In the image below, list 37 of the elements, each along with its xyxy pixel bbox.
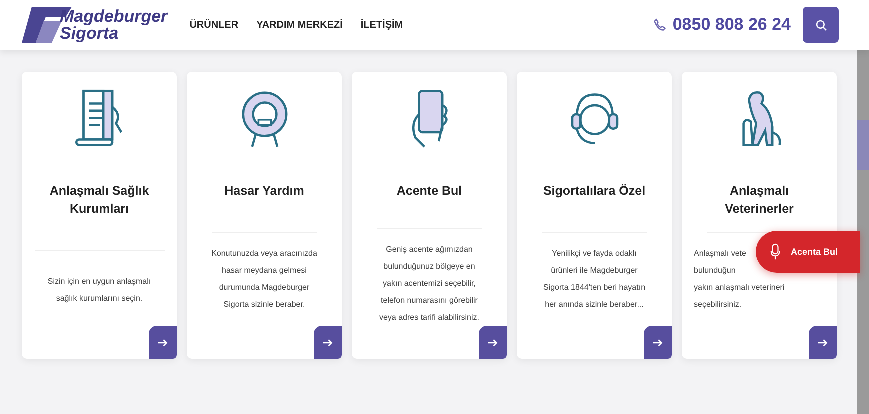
nav-link[interactable]: YARDIM MERKEZİ (256, 20, 343, 30)
service-card[interactable]: Sigortalılara Özel Yenilikçi ve fayda odaklı ürünleri ile Magdeburger Sigorta 1844'ten beri hayatın her anında sizinle beraber... (517, 72, 672, 359)
search-icon (814, 18, 828, 32)
card-title: Anlaşmalı Veterinerler (724, 183, 795, 218)
agent-find-button[interactable]: Acenta Bul (756, 231, 860, 273)
card-title: Sigortalılara Özel (543, 183, 646, 200)
card-description-line: seçebilirsiniz. (694, 299, 742, 311)
service-card[interactable]: Anlaşmalı Sağlık Kurumları Sizin için en uygun anlaşmalı sağlık kurumlarını seçin. (22, 72, 177, 359)
arrow-right-icon (817, 336, 829, 348)
card-description: Konutunuzda veya aracınızda hasar meydana gelmesi durumunda Magdeburger Sigorta sizinle beraber. (212, 248, 318, 311)
arrow-button[interactable] (809, 326, 837, 359)
card-title: Hasar Yardım (224, 183, 304, 200)
scrollbar[interactable] (857, 50, 869, 414)
arrow-right-icon (487, 336, 499, 348)
arrow-button[interactable] (314, 326, 342, 359)
phone-number[interactable]: 0850 808 26 24 (672, 15, 791, 35)
arrow-button[interactable] (479, 326, 507, 359)
card-description-line: Anlaşmalı vete (694, 248, 746, 260)
card-title: Acente Bul (396, 183, 462, 200)
nav-link[interactable]: ÜRÜNLER (190, 20, 239, 30)
arrow-right-icon (652, 336, 664, 348)
microphone-icon (770, 243, 781, 261)
arrow-button[interactable] (644, 326, 672, 359)
phone-icon (652, 18, 667, 32)
service-card[interactable]: Acente Bul Geniş acente ağımızdan bulunduğunuz bölgeye en yakın acentemizi seçebilir, telefon numarasını görebilir veya adres tarifi alabilirsiniz. (352, 72, 507, 359)
card-description: Geniş acente ağımızdan bulunduğunuz bölgeye en yakın acentemizi seçebilir, telefon numarasını görebilir veya adres tarifi alabilirsiniz. (379, 244, 480, 324)
nav-link[interactable]: İLETİŞİM (360, 20, 404, 30)
card-description: Sizin için en uygun anlaşmalı sağlık kurumlarını seçin. (48, 276, 152, 305)
card-description-line: yakın anlaşmalı veterineri (694, 282, 785, 294)
search-button[interactable] (803, 7, 839, 43)
arrow-right-icon (157, 336, 169, 348)
arrow-button[interactable] (149, 326, 177, 359)
card-description-line: bulunduğun (694, 265, 736, 277)
service-card[interactable]: Hasar Yardım Konutunuzda veya aracınızda hasar meydana gelmesi durumunda Magdeburger Sigorta sizinle beraber. (187, 72, 342, 359)
card-description: Yenilikçi ve fayda odaklı ürünleri ile Magdeburger Sigorta 1844'ten beri hayatın her anında sizinle beraber... (543, 248, 646, 311)
arrow-right-icon (322, 336, 334, 348)
card-title: Anlaşmalı Sağlık Kurumları (48, 183, 150, 218)
